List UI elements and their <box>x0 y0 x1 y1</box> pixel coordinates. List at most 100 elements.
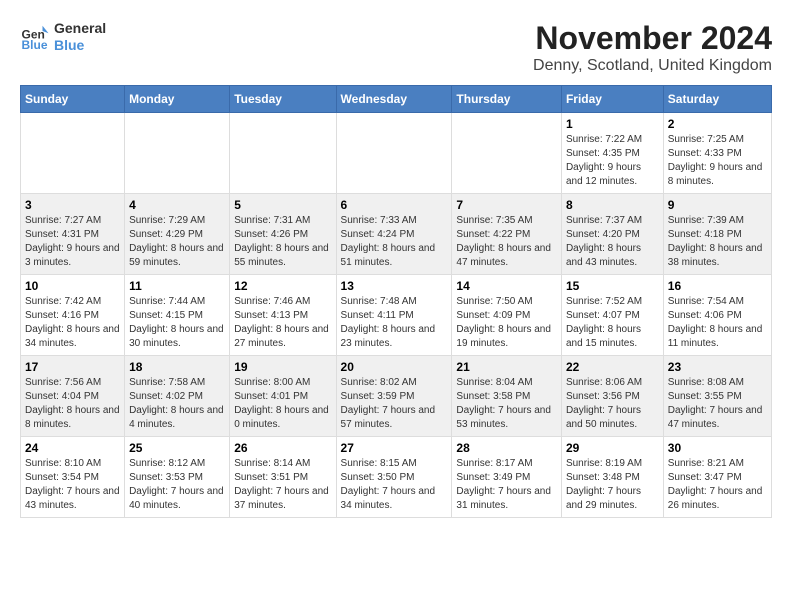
day-number: 15 <box>566 279 659 293</box>
day-info: Sunrise: 7:54 AMSunset: 4:06 PMDaylight:… <box>668 295 767 351</box>
day-info: Sunrise: 8:17 AMSunset: 3:49 PMDaylight:… <box>456 457 557 513</box>
day-number: 10 <box>25 279 120 293</box>
calendar-cell: 24 Sunrise: 8:10 AMSunset: 3:54 PMDayligh… <box>21 437 125 518</box>
day-number: 23 <box>668 360 767 374</box>
logo-text: General Blue <box>54 20 106 54</box>
calendar-cell: 4 Sunrise: 7:29 AMSunset: 4:29 PMDaylight… <box>125 194 230 275</box>
logo-line2: Blue <box>54 37 106 54</box>
calendar-cell: 30 Sunrise: 8:21 AMSunset: 3:47 PMDayligh… <box>663 437 771 518</box>
calendar-cell: 6 Sunrise: 7:33 AMSunset: 4:24 PMDaylight… <box>336 194 452 275</box>
calendar-cell <box>230 113 336 194</box>
calendar-cell: 1 Sunrise: 7:22 AMSunset: 4:35 PMDaylight… <box>561 113 663 194</box>
weekday-header: Wednesday <box>336 86 452 113</box>
weekday-header-row: SundayMondayTuesdayWednesdayThursdayFrid… <box>21 86 772 113</box>
day-number: 20 <box>341 360 448 374</box>
calendar-cell <box>452 113 562 194</box>
calendar-cell: 21Sunrise: 8:04 AMSunset: 3:58 PMDayligh… <box>452 356 562 437</box>
calendar-cell: 9Sunrise: 7:39 AMSunset: 4:18 PMDaylight… <box>663 194 771 275</box>
calendar-cell <box>125 113 230 194</box>
day-info: Sunrise: 7:56 AMSunset: 4:04 PMDaylight:… <box>25 376 120 432</box>
day-info: Sunrise: 7:50 AMSunset: 4:09 PMDaylight:… <box>456 295 557 351</box>
day-info: Sunrise: 7:58 AMSunset: 4:02 PMDaylight:… <box>129 376 225 432</box>
day-number: 19 <box>234 360 331 374</box>
day-info: Sunrise: 7:37 AMSunset: 4:20 PMDaylight:… <box>566 214 659 270</box>
page-header: Gen Blue General Blue November 2024 Denn… <box>20 20 772 75</box>
day-info: Sunrise: 7:29 AMSunset: 4:29 PMDaylight:… <box>129 214 225 270</box>
day-number: 22 <box>566 360 659 374</box>
calendar-cell: 16 Sunrise: 7:54 AMSunset: 4:06 PMDayligh… <box>663 275 771 356</box>
day-info: Sunrise: 8:15 AMSunset: 3:50 PMDaylight:… <box>341 457 448 513</box>
day-info: Sunrise: 8:12 AMSunset: 3:53 PMDaylight:… <box>129 457 225 513</box>
calendar-cell: 26Sunrise: 8:14 AMSunset: 3:51 PMDayligh… <box>230 437 336 518</box>
day-info: Sunrise: 7:44 AMSunset: 4:15 PMDaylight:… <box>129 295 225 351</box>
svg-text:Blue: Blue <box>22 38 48 52</box>
day-info: Sunrise: 7:48 AMSunset: 4:11 PMDaylight:… <box>341 295 448 351</box>
main-title: November 2024 <box>533 20 772 57</box>
day-number: 13 <box>341 279 448 293</box>
calendar-cell: 17Sunrise: 7:56 AMSunset: 4:04 PMDayligh… <box>21 356 125 437</box>
calendar-cell: 27 Sunrise: 8:15 AMSunset: 3:50 PMDayligh… <box>336 437 452 518</box>
weekday-header: Saturday <box>663 86 771 113</box>
calendar-cell: 7 Sunrise: 7:35 AMSunset: 4:22 PMDaylight… <box>452 194 562 275</box>
day-number: 4 <box>129 198 225 212</box>
day-number: 7 <box>456 198 557 212</box>
calendar-cell: 25 Sunrise: 8:12 AMSunset: 3:53 PMDayligh… <box>125 437 230 518</box>
day-number: 3 <box>25 198 120 212</box>
calendar-table: SundayMondayTuesdayWednesdayThursdayFrid… <box>20 85 772 518</box>
day-info: Sunrise: 8:10 AMSunset: 3:54 PMDaylight:… <box>25 457 120 513</box>
day-info: Sunrise: 8:04 AMSunset: 3:58 PMDaylight:… <box>456 376 557 432</box>
day-number: 8 <box>566 198 659 212</box>
calendar-cell: 20 Sunrise: 8:02 AMSunset: 3:59 PMDayligh… <box>336 356 452 437</box>
calendar-cell: 8 Sunrise: 7:37 AMSunset: 4:20 PMDaylight… <box>561 194 663 275</box>
calendar-cell: 19 Sunrise: 8:00 AMSunset: 4:01 PMDayligh… <box>230 356 336 437</box>
day-info: Sunrise: 7:22 AMSunset: 4:35 PMDaylight:… <box>566 133 659 189</box>
logo: Gen Blue General Blue <box>20 20 106 54</box>
day-number: 6 <box>341 198 448 212</box>
title-block: November 2024 Denny, Scotland, United Ki… <box>533 20 772 75</box>
day-number: 25 <box>129 441 225 455</box>
day-number: 28 <box>456 441 557 455</box>
weekday-header: Thursday <box>452 86 562 113</box>
calendar-cell <box>336 113 452 194</box>
day-number: 11 <box>129 279 225 293</box>
day-number: 29 <box>566 441 659 455</box>
calendar-cell <box>21 113 125 194</box>
day-info: Sunrise: 8:00 AMSunset: 4:01 PMDaylight:… <box>234 376 331 432</box>
day-number: 5 <box>234 198 331 212</box>
calendar-cell: 5 Sunrise: 7:31 AMSunset: 4:26 PMDaylight… <box>230 194 336 275</box>
logo-line1: General <box>54 20 106 37</box>
day-number: 30 <box>668 441 767 455</box>
calendar-cell: 23Sunrise: 8:08 AMSunset: 3:55 PMDayligh… <box>663 356 771 437</box>
day-number: 1 <box>566 117 659 131</box>
calendar-cell: 2Sunrise: 7:25 AMSunset: 4:33 PMDaylight… <box>663 113 771 194</box>
day-info: Sunrise: 7:35 AMSunset: 4:22 PMDaylight:… <box>456 214 557 270</box>
calendar-week-row: 10 Sunrise: 7:42 AMSunset: 4:16 PMDayligh… <box>21 275 772 356</box>
calendar-cell: 22Sunrise: 8:06 AMSunset: 3:56 PMDayligh… <box>561 356 663 437</box>
calendar-week-row: 1 Sunrise: 7:22 AMSunset: 4:35 PMDaylight… <box>21 113 772 194</box>
weekday-header: Friday <box>561 86 663 113</box>
day-info: Sunrise: 7:52 AMSunset: 4:07 PMDaylight:… <box>566 295 659 351</box>
calendar-cell: 13 Sunrise: 7:48 AMSunset: 4:11 PMDayligh… <box>336 275 452 356</box>
calendar-week-row: 17Sunrise: 7:56 AMSunset: 4:04 PMDayligh… <box>21 356 772 437</box>
day-number: 12 <box>234 279 331 293</box>
day-info: Sunrise: 7:31 AMSunset: 4:26 PMDaylight:… <box>234 214 331 270</box>
day-info: Sunrise: 7:42 AMSunset: 4:16 PMDaylight:… <box>25 295 120 351</box>
day-number: 24 <box>25 441 120 455</box>
calendar-week-row: 3Sunrise: 7:27 AMSunset: 4:31 PMDaylight… <box>21 194 772 275</box>
day-number: 27 <box>341 441 448 455</box>
day-info: Sunrise: 8:19 AMSunset: 3:48 PMDaylight:… <box>566 457 659 513</box>
weekday-header: Tuesday <box>230 86 336 113</box>
calendar-cell: 29 Sunrise: 8:19 AMSunset: 3:48 PMDayligh… <box>561 437 663 518</box>
day-info: Sunrise: 7:25 AMSunset: 4:33 PMDaylight:… <box>668 133 767 189</box>
day-number: 26 <box>234 441 331 455</box>
calendar-cell: 11 Sunrise: 7:44 AMSunset: 4:15 PMDayligh… <box>125 275 230 356</box>
day-info: Sunrise: 8:21 AMSunset: 3:47 PMDaylight:… <box>668 457 767 513</box>
calendar-cell: 15 Sunrise: 7:52 AMSunset: 4:07 PMDayligh… <box>561 275 663 356</box>
day-info: Sunrise: 8:02 AMSunset: 3:59 PMDaylight:… <box>341 376 448 432</box>
calendar-cell: 12Sunrise: 7:46 AMSunset: 4:13 PMDayligh… <box>230 275 336 356</box>
day-number: 16 <box>668 279 767 293</box>
logo-icon: Gen Blue <box>20 22 50 52</box>
calendar-week-row: 24 Sunrise: 8:10 AMSunset: 3:54 PMDayligh… <box>21 437 772 518</box>
day-info: Sunrise: 7:33 AMSunset: 4:24 PMDaylight:… <box>341 214 448 270</box>
day-info: Sunrise: 7:39 AMSunset: 4:18 PMDaylight:… <box>668 214 767 270</box>
